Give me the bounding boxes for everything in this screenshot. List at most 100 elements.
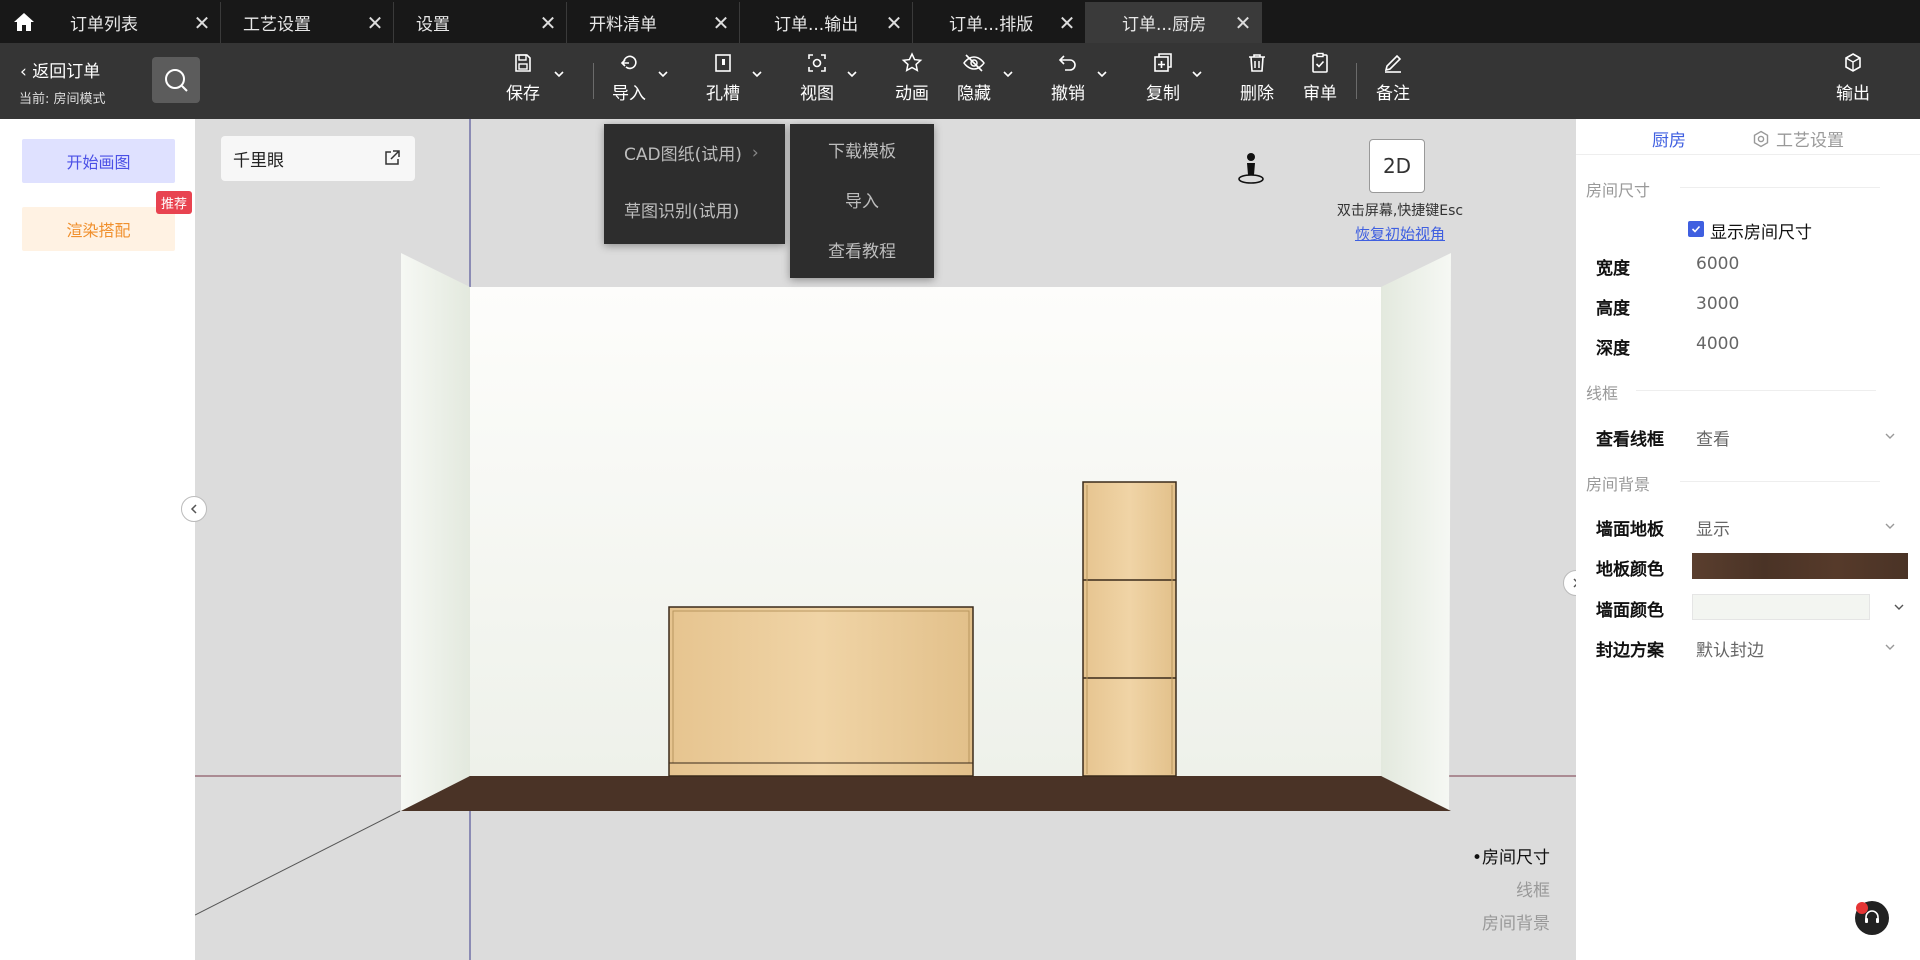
delete-button[interactable]: 删除 [1240, 51, 1274, 111]
close-icon[interactable]: ✕ [184, 11, 220, 35]
save-label: 保存 [506, 84, 540, 104]
person-icon[interactable] [1236, 151, 1266, 185]
copy-icon [1154, 53, 1172, 72]
wall-color-swatch[interactable] [1692, 594, 1870, 620]
note-button[interactable]: 备注 [1376, 51, 1410, 111]
search-button[interactable] [152, 57, 200, 103]
qianliyan-panel[interactable]: 千里眼 [221, 136, 415, 181]
chevron-down-icon[interactable] [1883, 429, 1897, 443]
section-divider [1636, 390, 1876, 391]
share-icon[interactable] [383, 149, 401, 167]
close-icon[interactable]: ✕ [1049, 11, 1085, 35]
left-wall [401, 253, 470, 811]
home-icon [14, 12, 34, 31]
show-room-size-checkbox[interactable] [1688, 221, 1704, 237]
start-draw-button[interactable]: 开始画图 [22, 139, 175, 183]
collapse-left-button[interactable] [181, 496, 207, 522]
tab-label: 设置 [416, 15, 450, 35]
undo-label: 撤销 [1051, 84, 1085, 104]
render-match-button[interactable]: 渲染搭配 [22, 207, 175, 251]
restore-view-link[interactable]: 恢复初始视角 [1330, 223, 1470, 244]
menu-item-label: CAD图纸(试用) [624, 145, 742, 165]
chevron-down-icon[interactable] [1095, 67, 1109, 81]
3d-canvas[interactable]: 千里眼 CAD图纸(试用) › 草图识别(试用) 下载模板 导入 查看教程 2D… [195, 119, 1576, 960]
tab-order-kitchen[interactable]: 订单...厨房 ✕ [1086, 2, 1262, 43]
edge-banding-label: 封边方案 [1596, 641, 1664, 661]
view-wireframe-label: 查看线框 [1596, 430, 1664, 450]
view-wireframe-select[interactable]: 查看 [1696, 425, 1730, 450]
left-panel: 开始画图 渲染搭配 推荐 [0, 119, 195, 960]
depth-input[interactable]: 4000 [1696, 334, 1739, 354]
view-button[interactable]: 视图 [800, 51, 834, 111]
right-wall [1381, 253, 1451, 811]
chevron-down-icon[interactable] [1892, 600, 1906, 614]
slot-icon [715, 54, 731, 72]
tab-order-output[interactable]: 订单...输出 ✕ [740, 2, 913, 43]
animation-label: 动画 [895, 84, 929, 104]
back-to-order-button[interactable]: ‹ 返回订单 [20, 57, 100, 82]
close-icon[interactable]: ✕ [1225, 11, 1261, 35]
chevron-down-icon[interactable] [1883, 640, 1897, 654]
check-icon [1691, 225, 1701, 233]
menu-item-cad[interactable]: CAD图纸(试用) › [604, 124, 785, 181]
width-input[interactable]: 6000 [1696, 254, 1739, 274]
section-divider [1680, 481, 1880, 482]
hide-button[interactable]: 隐藏 [957, 51, 991, 111]
chevron-down-icon[interactable] [656, 67, 670, 81]
depth-label: 深度 [1596, 339, 1630, 359]
tab-settings[interactable]: 设置 ✕ [394, 2, 567, 43]
copy-label: 复制 [1146, 84, 1180, 104]
review-label: 审单 [1303, 84, 1337, 104]
menu-item-sketch[interactable]: 草图识别(试用) [604, 181, 785, 238]
output-button[interactable]: 输出 [1836, 51, 1870, 111]
tab-craft-settings[interactable]: 工艺设置 [1752, 126, 1844, 151]
close-icon[interactable]: ✕ [876, 11, 912, 35]
close-icon[interactable]: ✕ [357, 11, 393, 35]
close-icon[interactable]: ✕ [703, 11, 739, 35]
menu-item-download-template[interactable]: 下载模板 [790, 124, 934, 174]
tall-cabinet[interactable] [1082, 481, 1177, 777]
import-label: 导入 [612, 84, 646, 104]
chevron-down-icon[interactable] [750, 67, 764, 81]
nav-room-size[interactable]: •房间尺寸 [1472, 842, 1550, 875]
nav-wireframe[interactable]: 线框 [1472, 875, 1550, 908]
save-button[interactable]: 保存 [506, 51, 540, 111]
slot-button[interactable]: 孔槽 [706, 51, 740, 111]
height-input[interactable]: 3000 [1696, 294, 1739, 314]
view-label: 视图 [800, 84, 834, 104]
animation-button[interactable]: 动画 [895, 51, 929, 111]
import-button[interactable]: 导入 [612, 51, 646, 111]
search-icon [165, 69, 188, 92]
tab-cutting-list[interactable]: 开料清单 ✕ [567, 2, 740, 43]
menu-item-import[interactable]: 导入 [790, 174, 934, 224]
tab-bar: 订单列表 ✕ 工艺设置 ✕ 设置 ✕ 开料清单 ✕ 订单...输出 ✕ 订单..… [0, 0, 1920, 43]
tab-kitchen[interactable]: 厨房 [1652, 126, 1686, 151]
mode-text: 当前: 房间模式 [19, 92, 106, 107]
view-2d-button[interactable]: 2D [1369, 139, 1425, 193]
tab-label: 订单...排版 [949, 15, 1034, 35]
home-button[interactable] [0, 0, 48, 43]
tab-order-list[interactable]: 订单列表 ✕ [48, 2, 221, 43]
tab-craft-settings[interactable]: 工艺设置 ✕ [221, 2, 394, 43]
nav-room-background[interactable]: 房间背景 [1472, 908, 1550, 941]
chevron-down-icon[interactable] [1190, 67, 1204, 81]
review-button[interactable]: 审单 [1303, 51, 1337, 111]
floor-color-swatch[interactable] [1692, 553, 1908, 579]
undo-button[interactable]: 撤销 [1051, 51, 1085, 111]
chevron-down-icon[interactable] [845, 67, 859, 81]
properties-tabs: 厨房 工艺设置 [1576, 119, 1920, 155]
close-icon[interactable]: ✕ [530, 11, 566, 35]
notification-dot [1856, 902, 1868, 914]
chevron-down-icon[interactable] [1883, 519, 1897, 533]
eye-off-icon [963, 54, 985, 72]
chevron-down-icon[interactable] [1001, 67, 1015, 81]
chevron-left-icon: ‹ [20, 62, 27, 82]
edge-banding-select[interactable]: 默认封边 [1696, 636, 1764, 661]
wall-floor-select[interactable]: 显示 [1696, 515, 1730, 540]
view-icon [808, 54, 826, 72]
chevron-down-icon[interactable] [552, 67, 566, 81]
copy-button[interactable]: 复制 [1146, 51, 1180, 111]
menu-item-tutorial[interactable]: 查看教程 [790, 224, 934, 274]
tab-order-layout[interactable]: 订单...排版 ✕ [913, 2, 1086, 43]
base-cabinet[interactable] [668, 606, 974, 777]
